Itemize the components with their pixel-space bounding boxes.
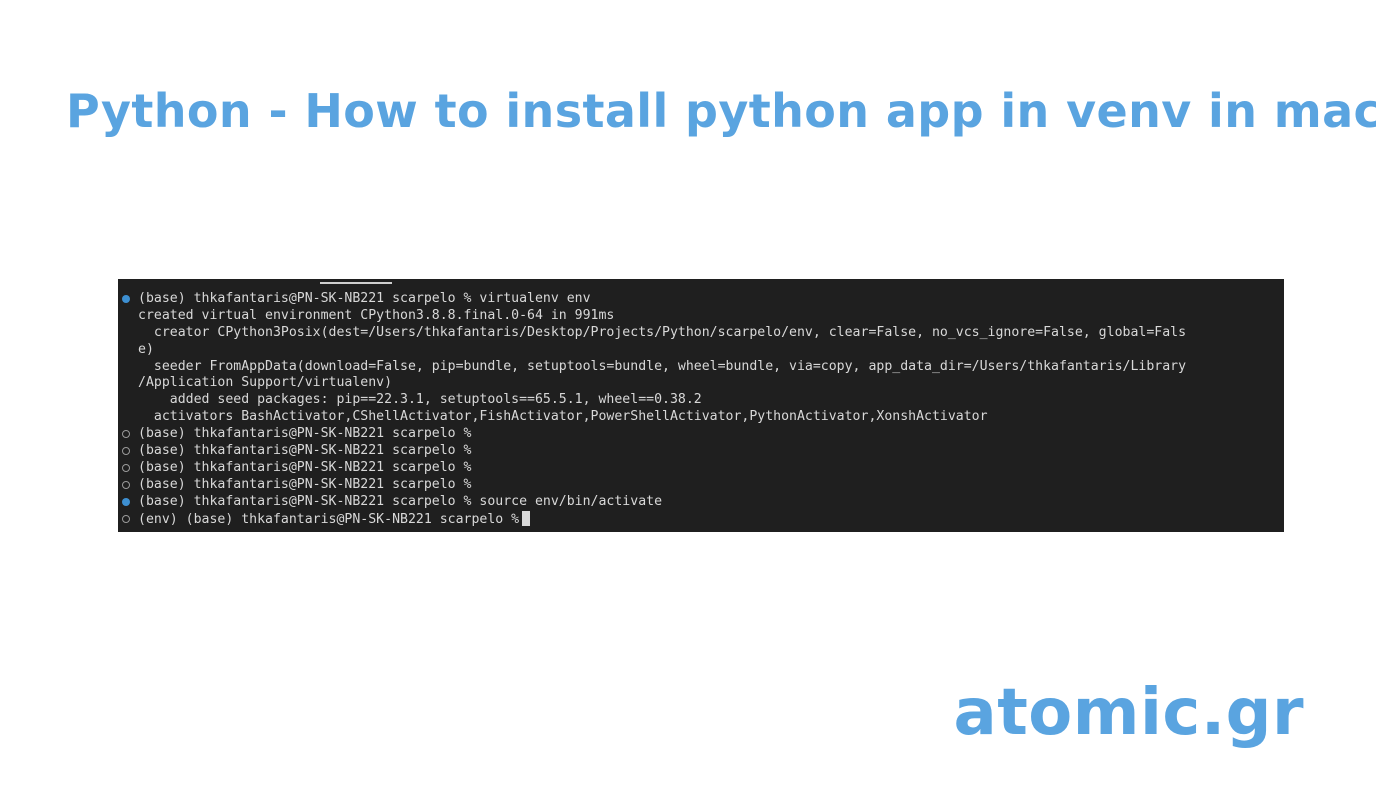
terminal-line: e) xyxy=(118,342,1284,359)
terminal-tab-indicator xyxy=(320,282,392,284)
terminal-line-text: seeder FromAppData(download=False, pip=b… xyxy=(138,358,1187,374)
terminal-line: (base) thkafantaris@PN-SK-NB221 scarpelo… xyxy=(118,477,1284,494)
terminal-line: activators BashActivator,CShellActivator… xyxy=(118,409,1284,426)
terminal-line-text: activators BashActivator,CShellActivator… xyxy=(138,409,988,425)
command-status-circle-icon xyxy=(122,514,130,523)
terminal-line-text: /Application Support/virtualenv) xyxy=(138,375,393,391)
terminal-line: creator CPython3Posix(dest=/Users/thkafa… xyxy=(118,325,1284,342)
terminal-line-text: creator CPython3Posix(dest=/Users/thkafa… xyxy=(138,324,1187,340)
terminal-line-text: (base) thkafantaris@PN-SK-NB221 scarpelo… xyxy=(138,493,663,509)
terminal-line-text: (base) thkafantaris@PN-SK-NB221 scarpelo… xyxy=(138,476,472,492)
page-title: Python - How to install python app in ve… xyxy=(66,84,1376,138)
terminal-line: added seed packages: pip==22.3.1, setupt… xyxy=(118,392,1284,409)
terminal-line: created virtual environment CPython3.8.8… xyxy=(118,308,1284,325)
command-status-circle-icon xyxy=(122,430,130,439)
terminal-line: (env) (base) thkafantaris@PN-SK-NB221 sc… xyxy=(118,510,1284,528)
terminal-line-text: created virtual environment CPython3.8.8… xyxy=(138,307,615,323)
terminal-line: (base) thkafantaris@PN-SK-NB221 scarpelo… xyxy=(118,443,1284,460)
terminal-line-text: (base) thkafantaris@PN-SK-NB221 scarpelo… xyxy=(138,459,472,475)
terminal-line-text: (base) thkafantaris@PN-SK-NB221 scarpelo… xyxy=(138,443,472,459)
terminal-line: seeder FromAppData(download=False, pip=b… xyxy=(118,359,1284,376)
terminal-line-text: (base) thkafantaris@PN-SK-NB221 scarpelo… xyxy=(138,291,591,306)
terminal-line-text: added seed packages: pip==22.3.1, setupt… xyxy=(138,392,702,408)
terminal-line: (base) thkafantaris@PN-SK-NB221 scarpelo… xyxy=(118,494,1284,511)
terminal-line: (base) thkafantaris@PN-SK-NB221 scarpelo… xyxy=(118,426,1284,443)
brand-logo[interactable]: atomic.gr xyxy=(954,676,1305,750)
command-status-circle-icon xyxy=(122,463,130,472)
command-status-dot-icon xyxy=(122,497,130,506)
terminal-line: (base) thkafantaris@PN-SK-NB221 scarpelo… xyxy=(118,291,1284,308)
terminal-line-text: e) xyxy=(138,341,154,357)
terminal-screenshot: (base) thkafantaris@PN-SK-NB221 scarpelo… xyxy=(118,279,1284,532)
terminal-line-text: (base) thkafantaris@PN-SK-NB221 scarpelo… xyxy=(138,426,472,442)
terminal-output: (base) thkafantaris@PN-SK-NB221 scarpelo… xyxy=(118,291,1284,527)
terminal-line-text: (env) (base) thkafantaris@PN-SK-NB221 sc… xyxy=(138,511,520,527)
command-status-circle-icon xyxy=(122,447,130,456)
command-status-dot-icon xyxy=(122,295,130,303)
terminal-line: /Application Support/virtualenv) xyxy=(118,375,1284,392)
terminal-cursor xyxy=(522,510,531,526)
command-status-circle-icon xyxy=(122,480,130,489)
terminal-line: (base) thkafantaris@PN-SK-NB221 scarpelo… xyxy=(118,460,1284,477)
